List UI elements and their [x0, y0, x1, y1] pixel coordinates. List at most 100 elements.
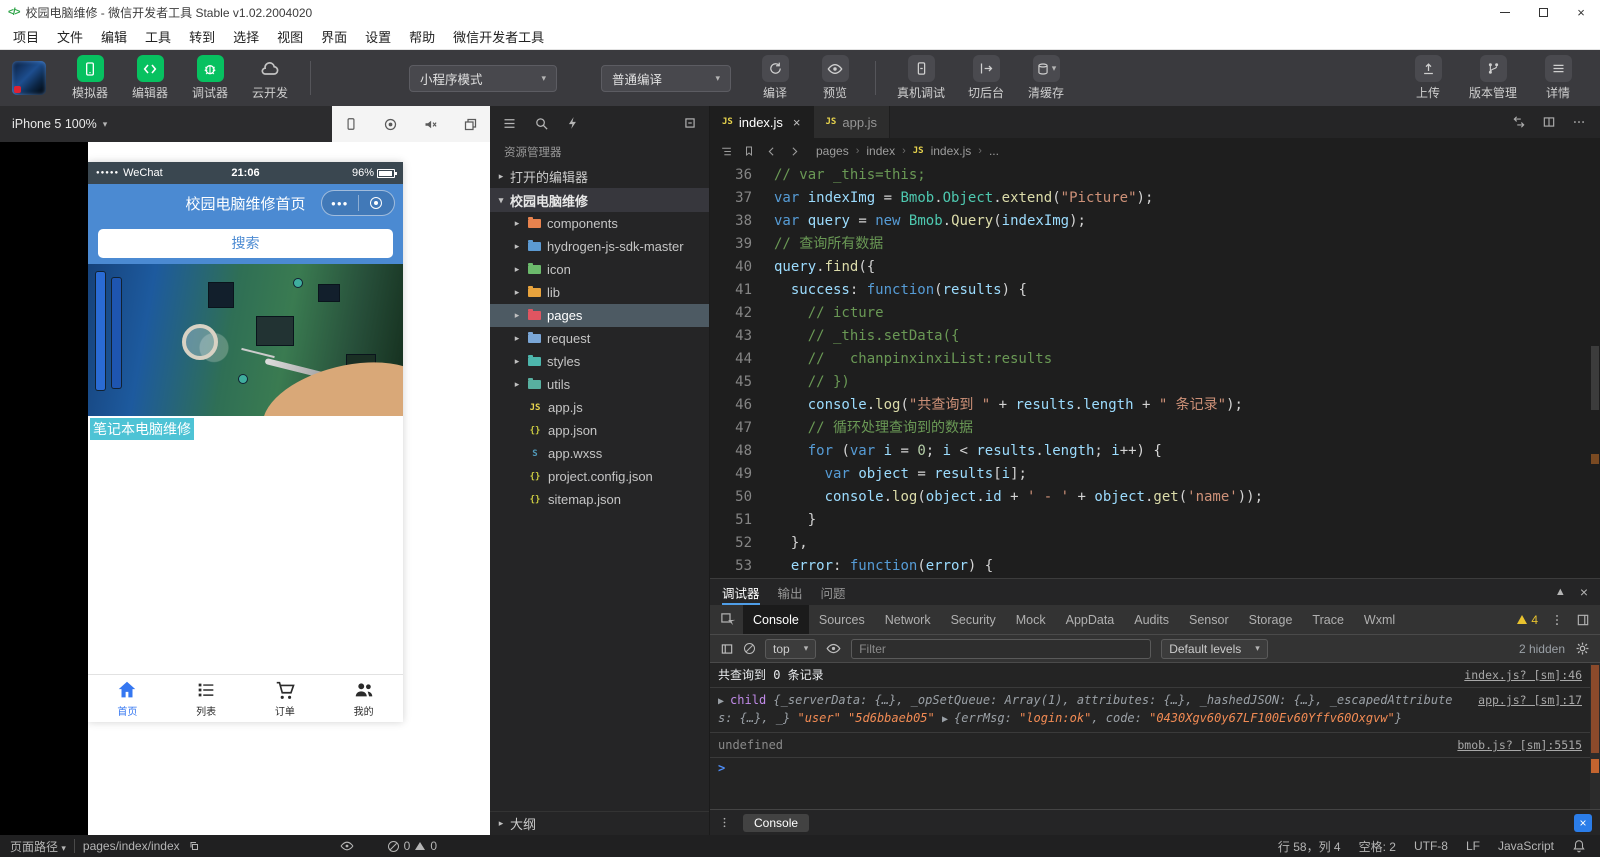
language-mode[interactable]: JavaScript [1498, 839, 1554, 853]
tab-app-js[interactable]: JS app.js [814, 106, 891, 138]
tab-orders[interactable]: 订单 [246, 675, 325, 722]
real-device-debug-button[interactable]: 真机调试 [886, 50, 956, 106]
menu-item-设置[interactable]: 设置 [356, 24, 400, 49]
line-number[interactable]: 46 [710, 394, 774, 417]
tree-item-lib[interactable]: ▸lib [490, 281, 709, 304]
tree-item-pages[interactable]: ▸pages [490, 304, 709, 327]
code-line-45[interactable]: 45 // }) [710, 371, 1600, 394]
editor-scrollbar[interactable] [1590, 164, 1600, 578]
tab-profile[interactable]: 我的 [324, 675, 403, 722]
mode-select[interactable]: 小程序模式 ▾ [409, 65, 557, 92]
devtools-tab-Console[interactable]: Console [743, 605, 809, 634]
menu-item-编辑[interactable]: 编辑 [92, 24, 136, 49]
code-line-43[interactable]: 43 // _this.setData({ [710, 325, 1600, 348]
devtools-tab-Trace[interactable]: Trace [1302, 605, 1354, 634]
console-prompt[interactable]: > [710, 755, 733, 781]
rotate-device-icon[interactable] [344, 117, 358, 131]
tab-debugger[interactable]: 调试器 [722, 579, 760, 605]
devtools-tab-Security[interactable]: Security [941, 605, 1006, 634]
line-number[interactable]: 49 [710, 463, 774, 486]
compile-button[interactable]: 编译 [745, 50, 805, 106]
code-line-41[interactable]: 41 success: function(results) { [710, 279, 1600, 302]
console-filter-input[interactable] [851, 639, 1151, 659]
console-source-link[interactable]: index.js? [sm]:46 [1464, 667, 1582, 683]
version-control-button[interactable]: 版本管理 [1458, 50, 1528, 106]
close-target-icon[interactable] [359, 197, 395, 209]
eye-icon[interactable] [826, 641, 841, 656]
minimize-button[interactable] [1486, 0, 1524, 24]
open-editors-section[interactable]: ▸ 打开的编辑器 [490, 164, 709, 188]
tree-item-utils[interactable]: ▸utils [490, 373, 709, 396]
menu-item-选择[interactable]: 选择 [224, 24, 268, 49]
eol-setting[interactable]: LF [1466, 839, 1480, 853]
outline-section[interactable]: ▸ 大纲 [490, 811, 709, 835]
maximize-button[interactable] [1524, 0, 1562, 24]
line-number[interactable]: 41 [710, 279, 774, 302]
debugger-button[interactable]: 调试器 [180, 50, 240, 106]
hidden-messages-label[interactable]: 2 hidden [1519, 642, 1565, 656]
line-number[interactable]: 45 [710, 371, 774, 394]
console-message-text[interactable]: 共查询到 0 条记录 [718, 667, 824, 683]
log-levels-select[interactable]: Default levels ▾ [1161, 639, 1268, 659]
tree-item-sitemap.json[interactable]: {}sitemap.json [490, 488, 709, 511]
details-button[interactable]: 详情 [1528, 50, 1588, 106]
encoding-setting[interactable]: UTF-8 [1414, 839, 1448, 853]
npm-build-icon[interactable] [566, 116, 580, 130]
eye-icon[interactable] [340, 839, 354, 853]
user-avatar[interactable] [12, 61, 46, 95]
drawer-console-tab[interactable]: Console [743, 814, 809, 832]
multi-window-icon[interactable] [463, 117, 478, 132]
console-message-text[interactable]: ▶ child {_serverData: {…}, _opSetQueue: … [718, 692, 1462, 728]
code-line-38[interactable]: 38var query = new Bmob.Query(indexImg); [710, 210, 1600, 233]
menu-item-项目[interactable]: 项目 [4, 24, 48, 49]
tree-item-app.wxss[interactable]: Sapp.wxss [490, 442, 709, 465]
menu-item-视图[interactable]: 视图 [268, 24, 312, 49]
compare-icon[interactable] [1512, 115, 1526, 129]
clear-cache-button[interactable]: ▾ 清缓存 [1016, 50, 1076, 106]
cursor-position[interactable]: 行 58，列 4 [1278, 838, 1341, 855]
devtools-tab-Sources[interactable]: Sources [809, 605, 875, 634]
code-line-47[interactable]: 47 // 循环处理查询到的数据 [710, 417, 1600, 440]
device-selector[interactable]: iPhone 5 100% ▾ [0, 106, 332, 142]
more-actions-icon[interactable] [1572, 115, 1586, 129]
tab-output[interactable]: 输出 [778, 579, 803, 605]
breadcrumb-pages[interactable]: pages [816, 144, 849, 158]
devtools-tab-Wxml[interactable]: Wxml [1354, 605, 1405, 634]
console-message-text[interactable]: undefined [718, 737, 783, 753]
search-icon[interactable] [534, 116, 549, 131]
breadcrumb-file[interactable]: index.js [931, 144, 972, 158]
switch-background-button[interactable]: 切后台 [956, 50, 1016, 106]
console-output[interactable]: 共查询到 0 条记录 index.js? [sm]:46▶ child {_ser… [710, 663, 1600, 809]
code-line-52[interactable]: 52 }, [710, 532, 1600, 555]
collapse-panel-icon[interactable]: ▲ [1555, 586, 1566, 598]
line-number[interactable]: 51 [710, 509, 774, 532]
code-line-36[interactable]: 36// var _this=this; [710, 164, 1600, 187]
tree-item-app.json[interactable]: {}app.json [490, 419, 709, 442]
project-root-section[interactable]: ▾ 校园电脑维修 [490, 188, 709, 212]
mute-icon[interactable] [423, 117, 438, 132]
simulator-button[interactable]: 模拟器 [60, 50, 120, 106]
page-path-selector[interactable]: 页面路径 ▾ [10, 838, 66, 855]
search-button[interactable]: 搜索 [98, 229, 393, 258]
dock-side-icon[interactable] [1576, 613, 1590, 627]
collapse-all-icon[interactable] [683, 116, 697, 130]
tab-index-js[interactable]: JS index.js × [710, 106, 814, 138]
upload-button[interactable]: 上传 [1398, 50, 1458, 106]
devtools-tab-Mock[interactable]: Mock [1006, 605, 1056, 634]
line-number[interactable]: 43 [710, 325, 774, 348]
line-number[interactable]: 53 [710, 555, 774, 578]
line-number[interactable]: 47 [710, 417, 774, 440]
code-line-42[interactable]: 42 // icture [710, 302, 1600, 325]
repair-item-label[interactable]: 笔记本电脑维修 [90, 418, 194, 440]
line-number[interactable]: 42 [710, 302, 774, 325]
console-source-link[interactable]: bmob.js? [sm]:5515 [1457, 737, 1582, 753]
more-dots-icon[interactable]: ●●● [322, 199, 358, 208]
close-button[interactable]: × [1562, 0, 1600, 24]
code-line-49[interactable]: 49 var object = results[i]; [710, 463, 1600, 486]
outline-icon[interactable] [720, 145, 733, 158]
line-number[interactable]: 44 [710, 348, 774, 371]
code-line-53[interactable]: 53 error: function(error) { [710, 555, 1600, 578]
split-editor-icon[interactable] [1542, 115, 1556, 129]
drawer-close-button[interactable]: × [1574, 814, 1592, 832]
tree-item-project.config.json[interactable]: {}project.config.json [490, 465, 709, 488]
